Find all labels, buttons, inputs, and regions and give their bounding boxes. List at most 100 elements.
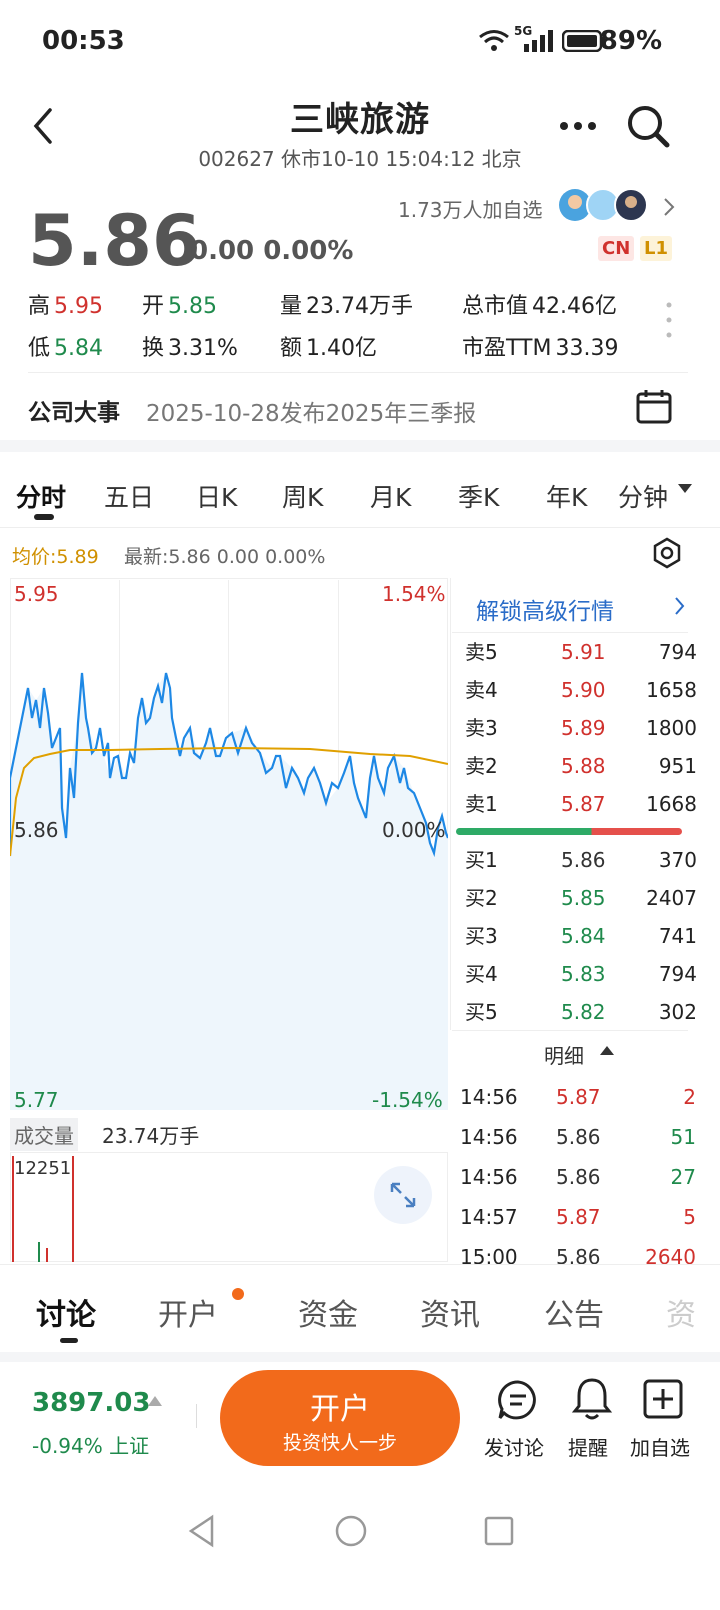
high-label: 高	[28, 294, 51, 319]
bid-row: 买4 5.83 794	[465, 962, 697, 986]
volume-bars	[12, 1156, 74, 1262]
active-tab-indicator	[34, 514, 54, 520]
bell-icon[interactable]	[570, 1376, 614, 1422]
nav-home-icon[interactable]	[334, 1514, 368, 1548]
volume-label: 成交量	[10, 1118, 78, 1151]
pe-label: 市盈TTM	[462, 336, 552, 361]
axis-bot-pct: -1.54%	[372, 1088, 443, 1112]
volume-label: 量	[280, 294, 303, 319]
tick-row: 14:56 5.87 2	[460, 1085, 696, 1109]
buy-sell-ratio-bar	[456, 828, 682, 835]
triangle-up-icon	[148, 1396, 162, 1406]
open-account-sub: 投资快人一步	[282, 1432, 397, 1454]
signal-icon	[524, 30, 553, 52]
open-account-button[interactable]: 开户 投资快人一步	[220, 1370, 460, 1466]
event-text[interactable]: 2025-10-28发布2025年三季报	[146, 394, 476, 428]
open-account-label: 开户	[310, 1392, 370, 1427]
expand-button[interactable]	[374, 1166, 432, 1224]
ask-row: 卖1 5.87 1668	[465, 792, 697, 816]
tab-weekly-k[interactable]: 周K	[282, 478, 323, 514]
badge-l1: L1	[640, 236, 672, 261]
tab-capital[interactable]: 资金	[298, 1290, 358, 1334]
dropdown-arrow-icon[interactable]	[678, 484, 692, 494]
calendar-icon[interactable]	[636, 388, 672, 424]
tab-minute[interactable]: 分钟	[618, 478, 668, 514]
ask-row: 卖3 5.89 1800	[465, 716, 697, 740]
chevron-right-icon[interactable]	[662, 196, 676, 218]
tab-5day[interactable]: 五日	[104, 478, 154, 514]
search-icon[interactable]	[626, 104, 670, 148]
nav-recents-icon[interactable]	[484, 1516, 514, 1546]
stats-more-icon[interactable]	[664, 300, 674, 340]
event-label: 公司大事	[28, 400, 120, 426]
badge-cn: CN	[598, 236, 635, 261]
stock-meta: 002627 休市10-10 15:04:12 北京	[198, 147, 522, 171]
nav-back-icon[interactable]	[186, 1514, 218, 1548]
section-divider	[0, 440, 720, 452]
tab-announcements[interactable]: 公告	[544, 1290, 604, 1334]
high-value: 5.95	[54, 294, 103, 319]
tab-news[interactable]: 资讯	[420, 1290, 480, 1334]
tick-row: 14:57 5.87 5	[460, 1205, 696, 1229]
amount-value: 1.40亿	[306, 336, 378, 361]
axis-top-price: 5.95	[14, 582, 59, 606]
bottom-tab-bar	[0, 1264, 720, 1352]
status-bar: 00:53 5G 89%	[0, 0, 720, 80]
tick-row: 14:56 5.86 27	[460, 1165, 696, 1189]
avg-price: 均价:5.89	[12, 546, 99, 568]
add-watchlist-label[interactable]: 加自选	[630, 1432, 690, 1461]
current-price: 5.86	[28, 200, 201, 282]
tick-row: 15:00 5.86 2640	[460, 1245, 696, 1265]
mcap-label: 总市值	[462, 294, 529, 319]
ask-row: 卖4 5.90 1658	[465, 678, 697, 702]
follower-avatars	[558, 188, 650, 226]
battery-level: 89%	[599, 26, 662, 56]
ask-row: 卖5 5.91 794	[465, 640, 697, 664]
tab-yearly-k[interactable]: 年K	[546, 478, 587, 514]
tab-monthly-k[interactable]: 月K	[370, 478, 411, 514]
price-change: 0.00 0.00%	[190, 236, 354, 266]
tab-discussion[interactable]: 讨论	[36, 1290, 96, 1334]
volume-value: 23.74万手	[306, 294, 413, 319]
status-time: 00:53	[42, 26, 125, 56]
add-watchlist-icon[interactable]	[642, 1378, 684, 1420]
comment-icon[interactable]	[496, 1378, 540, 1422]
stock-name: 三峡旅游	[290, 100, 430, 140]
unlock-chevron-icon	[675, 597, 685, 615]
low-value: 5.84	[54, 336, 103, 361]
caret-up-icon	[600, 1046, 614, 1055]
amount-label: 额	[280, 336, 303, 361]
axis-bot-price: 5.77	[14, 1088, 59, 1112]
reminder-label[interactable]: 提醒	[568, 1432, 608, 1461]
tab-open-account[interactable]: 开户	[158, 1290, 218, 1334]
low-label: 低	[28, 336, 51, 361]
followers-count: 1.73万人加自选	[398, 198, 543, 222]
active-bottom-tab-indicator	[60, 1338, 78, 1343]
mcap-value: 42.46亿	[532, 294, 617, 319]
bid-row: 买1 5.86 370	[465, 848, 697, 872]
tab-more[interactable]: 资	[666, 1290, 696, 1334]
price-chart[interactable]	[10, 578, 448, 1110]
notification-dot	[232, 1288, 244, 1300]
latest-price: 最新:5.86 0.00 0.00%	[124, 546, 326, 568]
detail-toggle[interactable]: 明细	[544, 1040, 584, 1069]
post-discussion-label[interactable]: 发讨论	[484, 1432, 544, 1461]
unlock-link[interactable]: 解锁高级行情	[476, 592, 614, 626]
axis-mid-pct: 0.00%	[382, 818, 446, 842]
volume-total: 23.74万手	[102, 1124, 200, 1148]
more-icon[interactable]	[558, 120, 598, 132]
axis-top-pct: 1.54%	[382, 582, 446, 606]
tab-intraday[interactable]: 分时	[16, 478, 66, 514]
index-change: -0.94% 上证	[32, 1434, 150, 1458]
tab-quarterly-k[interactable]: 季K	[458, 478, 499, 514]
bid-row: 买3 5.84 741	[465, 924, 697, 948]
ask-row: 卖2 5.88 951	[465, 754, 697, 778]
tab-daily-k[interactable]: 日K	[196, 478, 237, 514]
settings-icon[interactable]	[650, 536, 684, 570]
bid-row: 买2 5.85 2407	[465, 886, 697, 910]
turnover-value: 3.31%	[168, 336, 238, 361]
index-value[interactable]: 3897.03	[32, 1388, 150, 1418]
wifi-icon	[479, 30, 509, 51]
turnover-label: 换	[142, 336, 165, 361]
tick-row: 14:56 5.86 51	[460, 1125, 696, 1149]
